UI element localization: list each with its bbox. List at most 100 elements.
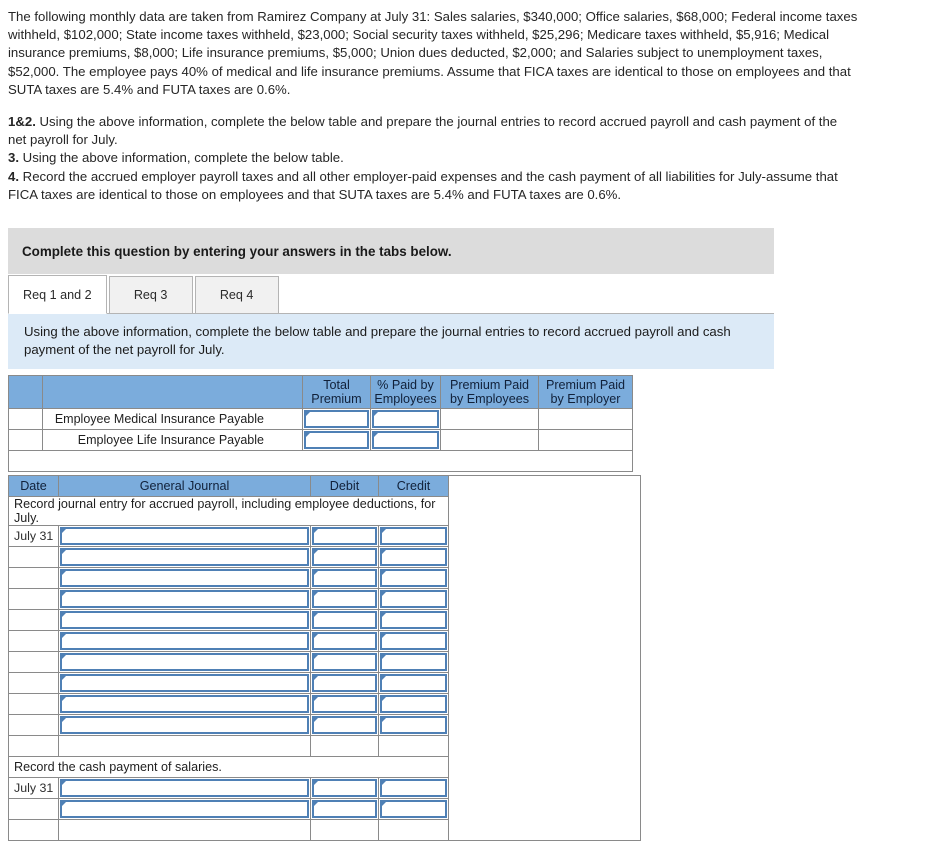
journal-s1-r4-account-input[interactable] xyxy=(58,588,311,611)
cell-marker-icon xyxy=(314,717,318,723)
complete-question-banner: Complete this question by entering your … xyxy=(8,228,774,275)
journal-s1-r6-debit-input[interactable] xyxy=(310,630,379,653)
cell-marker-icon xyxy=(382,570,386,576)
journal-s1-r9-debit-input[interactable] xyxy=(310,693,379,716)
journal-s1-spacer-date xyxy=(8,735,59,758)
journal-s1-r10-debit-input[interactable] xyxy=(310,714,379,737)
journal-section-2-title: Record the cash payment of salaries. xyxy=(8,756,449,779)
tab-req-1-and-2[interactable]: Req 1 and 2 xyxy=(8,275,107,315)
journal-s1-r5-debit-input[interactable] xyxy=(310,609,379,632)
premium-row-1-total-premium-input[interactable] xyxy=(302,408,371,431)
tab-req-3[interactable]: Req 3 xyxy=(108,276,193,315)
journal-s1-r2-date xyxy=(8,546,59,569)
cell-marker-icon xyxy=(62,675,66,681)
journal-col-credit: Credit xyxy=(378,475,449,498)
premium-col-total-premium-line2: Premium xyxy=(311,392,362,407)
journal-s1-r8-debit-input[interactable] xyxy=(310,672,379,695)
journal-s1-r1-credit-input[interactable] xyxy=(378,525,449,548)
journal-s1-r5-credit-input[interactable] xyxy=(378,609,449,632)
premium-row-2-blank xyxy=(8,429,43,452)
journal-s1-r8-credit-input[interactable] xyxy=(378,672,449,695)
premium-row-2-total-premium-input[interactable] xyxy=(302,429,371,452)
tab-req-4[interactable]: Req 4 xyxy=(194,276,279,315)
journal-s1-r3-debit-input[interactable] xyxy=(310,567,379,590)
general-journal-table: Date General Journal Debit Credit Record… xyxy=(8,475,641,841)
requirement-4-text: Record the accrued employer payroll taxe… xyxy=(8,168,838,202)
journal-s1-r1-date: July 31 xyxy=(8,525,59,548)
journal-s2-r2-debit-input[interactable] xyxy=(310,798,379,821)
premium-row-2-paid-by-employees xyxy=(440,429,539,452)
journal-s1-r4-date xyxy=(8,588,59,611)
cell-marker-icon xyxy=(62,780,66,786)
cell-marker-icon xyxy=(62,591,66,597)
cell-marker-icon xyxy=(382,528,386,534)
journal-s1-r9-credit-input[interactable] xyxy=(378,693,449,716)
cell-marker-icon xyxy=(382,780,386,786)
journal-s1-r2-credit-input[interactable] xyxy=(378,546,449,569)
cell-marker-icon xyxy=(314,591,318,597)
journal-s1-r1-account-input[interactable] xyxy=(58,525,311,548)
journal-s1-r2-account-input[interactable] xyxy=(58,546,311,569)
journal-s2-r1-debit-input[interactable] xyxy=(310,777,379,800)
cell-marker-icon xyxy=(382,612,386,618)
journal-s1-r6-date xyxy=(8,630,59,653)
cell-marker-icon xyxy=(314,696,318,702)
cell-marker-icon xyxy=(306,411,310,417)
journal-s2-r2-account-input[interactable] xyxy=(58,798,311,821)
journal-s1-r10-account-input[interactable] xyxy=(58,714,311,737)
cell-marker-icon xyxy=(314,612,318,618)
requirement-1-2-text: Using the above information, complete th… xyxy=(8,114,838,148)
journal-s1-spacer-account xyxy=(58,735,311,758)
premium-row-2-label: Employee Life Insurance Payable xyxy=(42,429,303,452)
cell-marker-icon xyxy=(62,549,66,555)
journal-s1-r7-credit-input[interactable] xyxy=(378,651,449,674)
journal-s1-r6-credit-input[interactable] xyxy=(378,630,449,653)
premium-col-blank-2 xyxy=(42,375,303,410)
journal-s2-spacer-account xyxy=(58,819,311,841)
problem-statement: The following monthly data are taken fro… xyxy=(8,9,858,97)
premium-col-pct-line2: Employees xyxy=(374,392,437,407)
journal-s1-r4-credit-input[interactable] xyxy=(378,588,449,611)
table-row: Employee Life Insurance Payable xyxy=(8,429,633,452)
cell-marker-icon xyxy=(382,801,386,807)
cell-marker-icon xyxy=(374,411,378,417)
premium-row-2-pct-input[interactable] xyxy=(370,429,441,452)
premium-col-total-premium-line1: Total xyxy=(323,378,350,393)
premium-col-pct-line1: % Paid by xyxy=(377,378,434,393)
journal-s1-r3-credit-input[interactable] xyxy=(378,567,449,590)
journal-s1-r8-date xyxy=(8,672,59,695)
journal-s1-r8-account-input[interactable] xyxy=(58,672,311,695)
cell-marker-icon xyxy=(314,675,318,681)
premium-table-wrap: Total Premium % Paid by Employees Premiu… xyxy=(8,375,936,473)
journal-s1-r2-debit-input[interactable] xyxy=(310,546,379,569)
premium-table-header-row: Total Premium % Paid by Employees Premiu… xyxy=(8,375,633,410)
premium-row-1-pct-input[interactable] xyxy=(370,408,441,431)
journal-s1-r1-debit-input[interactable] xyxy=(310,525,379,548)
journal-col-date: Date xyxy=(8,475,59,498)
journal-s1-r6-account-input[interactable] xyxy=(58,630,311,653)
journal-table-wrap: Date General Journal Debit Credit Record… xyxy=(8,475,936,841)
cell-marker-icon xyxy=(62,528,66,534)
journal-s2-r2-credit-input[interactable] xyxy=(378,798,449,821)
journal-s1-r5-account-input[interactable] xyxy=(58,609,311,632)
journal-s1-r7-date xyxy=(8,651,59,674)
journal-s2-r1-account-input[interactable] xyxy=(58,777,311,800)
journal-s1-r7-account-input[interactable] xyxy=(58,651,311,674)
journal-s2-spacer-credit xyxy=(378,819,449,841)
journal-s1-r3-date xyxy=(8,567,59,590)
journal-s2-r1-credit-input[interactable] xyxy=(378,777,449,800)
journal-s1-r4-debit-input[interactable] xyxy=(310,588,379,611)
cell-marker-icon xyxy=(382,696,386,702)
journal-side-column xyxy=(448,475,641,841)
cell-marker-icon xyxy=(314,549,318,555)
journal-s1-r3-account-input[interactable] xyxy=(58,567,311,590)
premium-row-1-paid-by-employees xyxy=(440,408,539,431)
cell-marker-icon xyxy=(62,801,66,807)
journal-s1-r7-debit-input[interactable] xyxy=(310,651,379,674)
journal-header-row: Date General Journal Debit Credit xyxy=(8,475,641,841)
cell-marker-icon xyxy=(382,675,386,681)
journal-s1-r9-account-input[interactable] xyxy=(58,693,311,716)
insurance-premium-table: Total Premium % Paid by Employees Premiu… xyxy=(8,375,633,473)
journal-s1-r10-credit-input[interactable] xyxy=(378,714,449,737)
cell-marker-icon xyxy=(314,528,318,534)
